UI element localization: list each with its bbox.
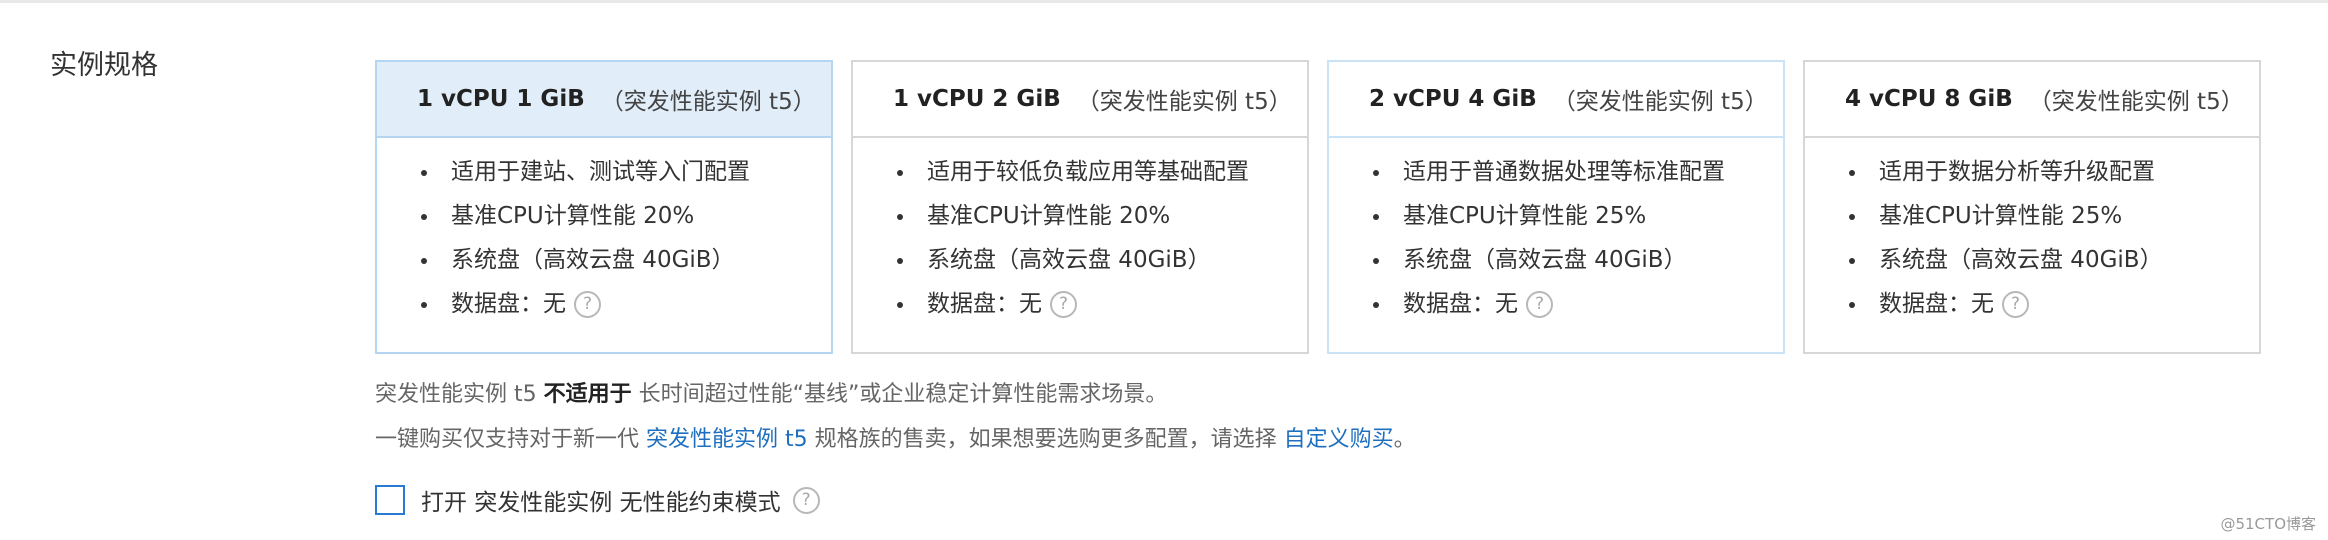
card-feature-list: 适用于普通数据处理等标准配置 基准CPU计算性能 25% 系统盘（高效云盘 40…	[1329, 138, 1783, 326]
card-title: 4 vCPU 8 GiB	[1845, 86, 2013, 112]
card-subtitle: （突发性能实例 t5）	[1076, 89, 1292, 115]
section-label: 实例规格	[50, 50, 158, 81]
bullet-icon	[897, 170, 903, 176]
unlimited-mode-option[interactable]: 打开 突发性能实例 无性能约束模式 ?	[375, 482, 820, 518]
watermark: @51CTO博客	[2220, 515, 2316, 533]
list-item: 数据盘：无?	[377, 282, 831, 326]
help-icon[interactable]: ?	[1050, 291, 1077, 318]
help-icon[interactable]: ?	[792, 486, 820, 514]
list-item: 系统盘（高效云盘 40GiB）	[377, 238, 831, 282]
card-feature-list: 适用于数据分析等升级配置 基准CPU计算性能 25% 系统盘（高效云盘 40Gi…	[1805, 138, 2259, 326]
bullet-icon	[1849, 214, 1855, 220]
card-subtitle: （突发性能实例 t5）	[600, 89, 816, 115]
list-item: 基准CPU计算性能 25%	[1805, 194, 2259, 238]
spec-card-4vcpu-8gib[interactable]: 4 vCPU 8 GiB （突发性能实例 t5） 适用于数据分析等升级配置 基准…	[1803, 60, 2261, 354]
bullet-icon	[1373, 214, 1379, 220]
bullet-icon	[1373, 170, 1379, 176]
list-item: 基准CPU计算性能 25%	[1329, 194, 1783, 238]
list-item: 适用于较低负载应用等基础配置	[853, 150, 1307, 194]
list-item: 系统盘（高效云盘 40GiB）	[1805, 238, 2259, 282]
help-icon[interactable]: ?	[2002, 291, 2029, 318]
spec-card-1vcpu-2gib[interactable]: 1 vCPU 2 GiB （突发性能实例 t5） 适用于较低负载应用等基础配置 …	[851, 60, 1309, 354]
help-icon[interactable]: ?	[574, 291, 601, 318]
list-item: 数据盘：无?	[1329, 282, 1783, 326]
card-subtitle: （突发性能实例 t5）	[1552, 89, 1768, 115]
bullet-icon	[897, 258, 903, 264]
card-feature-list: 适用于较低负载应用等基础配置 基准CPU计算性能 20% 系统盘（高效云盘 40…	[853, 138, 1307, 326]
bullet-icon	[421, 302, 427, 308]
card-title: 1 vCPU 1 GiB	[417, 86, 585, 112]
bullet-icon	[1373, 302, 1379, 308]
emphasis-text: 不适用于	[543, 382, 632, 407]
t5-usage-note: 突发性能实例 t5 不适用于 长时间超过性能“基线”或企业稳定计算性能需求场景。	[375, 382, 1168, 407]
bullet-icon	[421, 258, 427, 264]
list-item: 基准CPU计算性能 20%	[853, 194, 1307, 238]
spec-card-1vcpu-1gib[interactable]: 1 vCPU 1 GiB （突发性能实例 t5） 适用于建站、测试等入门配置 基…	[375, 60, 833, 354]
t5-instance-link[interactable]: 突发性能实例 t5	[646, 427, 808, 452]
bullet-icon	[1849, 170, 1855, 176]
bullet-icon	[1373, 258, 1379, 264]
unlimited-mode-checkbox[interactable]	[375, 485, 405, 515]
bullet-icon	[1849, 302, 1855, 308]
card-title: 1 vCPU 2 GiB	[893, 86, 1061, 112]
bullet-icon	[1849, 258, 1855, 264]
card-header: 1 vCPU 1 GiB （突发性能实例 t5）	[377, 62, 831, 138]
list-item: 适用于数据分析等升级配置	[1805, 150, 2259, 194]
list-item: 数据盘：无?	[1805, 282, 2259, 326]
list-item: 适用于建站、测试等入门配置	[377, 150, 831, 194]
list-item: 基准CPU计算性能 20%	[377, 194, 831, 238]
custom-purchase-link[interactable]: 自定义购买	[1284, 427, 1394, 452]
list-item: 系统盘（高效云盘 40GiB）	[853, 238, 1307, 282]
card-subtitle: （突发性能实例 t5）	[2028, 89, 2244, 115]
list-item: 系统盘（高效云盘 40GiB）	[1329, 238, 1783, 282]
bullet-icon	[897, 302, 903, 308]
checkbox-label[interactable]: 打开 突发性能实例 无性能约束模式	[421, 483, 781, 517]
card-title: 2 vCPU 4 GiB	[1369, 86, 1537, 112]
card-header: 1 vCPU 2 GiB （突发性能实例 t5）	[853, 62, 1307, 138]
purchase-note: 一键购买仅支持对于新一代 突发性能实例 t5 规格族的售卖，如果想要选购更多配置…	[375, 427, 1416, 452]
spec-card-2vcpu-4gib[interactable]: 2 vCPU 4 GiB （突发性能实例 t5） 适用于普通数据处理等标准配置 …	[1327, 60, 1785, 354]
bullet-icon	[421, 170, 427, 176]
card-header: 2 vCPU 4 GiB （突发性能实例 t5）	[1329, 62, 1783, 138]
card-feature-list: 适用于建站、测试等入门配置 基准CPU计算性能 20% 系统盘（高效云盘 40G…	[377, 138, 831, 326]
card-header: 4 vCPU 8 GiB （突发性能实例 t5）	[1805, 62, 2259, 138]
top-divider	[0, 0, 2328, 3]
list-item: 适用于普通数据处理等标准配置	[1329, 150, 1783, 194]
help-icon[interactable]: ?	[1526, 291, 1553, 318]
bullet-icon	[897, 214, 903, 220]
bullet-icon	[421, 214, 427, 220]
list-item: 数据盘：无?	[853, 282, 1307, 326]
